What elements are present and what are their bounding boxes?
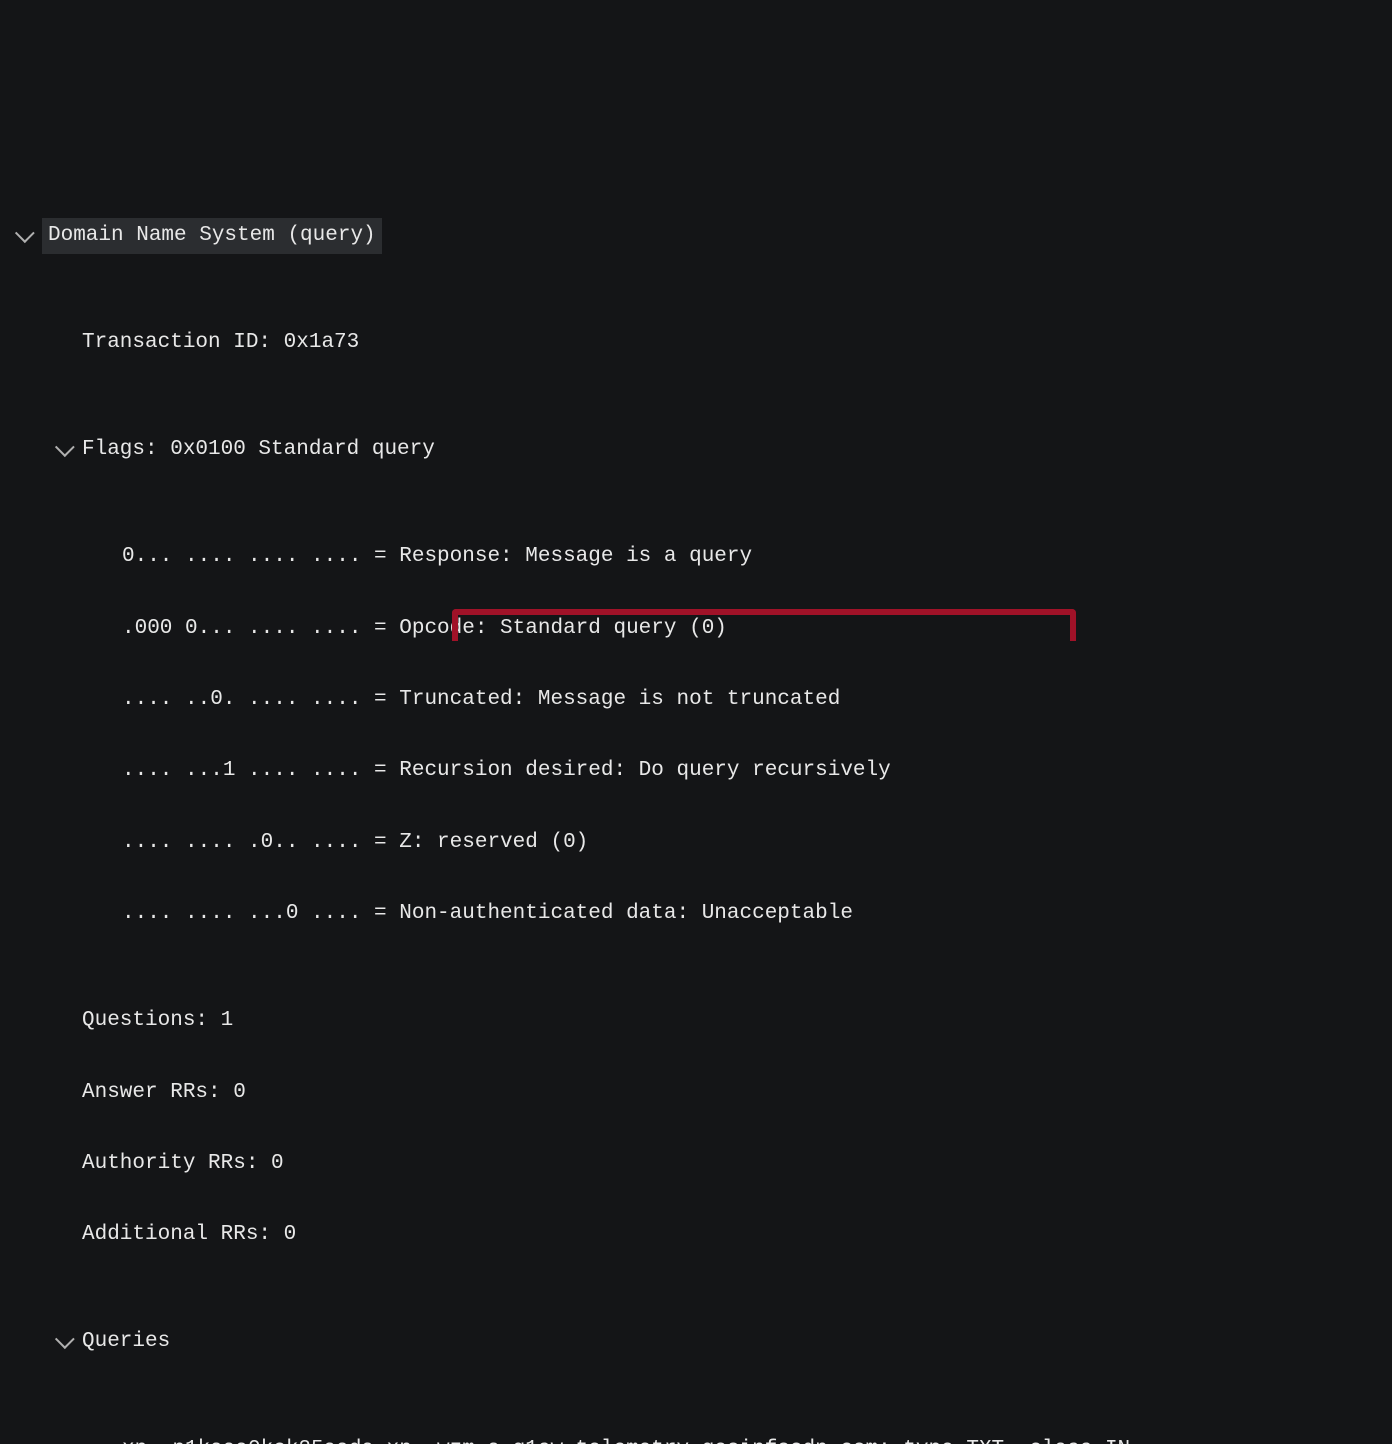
questions-row[interactable]: Questions: 1 [0, 1003, 1392, 1039]
query-entry-row[interactable]: xn--p1kaaa0kck25aada.xn--wzm.a.g1sw.tele… [0, 1432, 1392, 1444]
flag-bit-row[interactable]: 0... .... .... .... = Response: Message … [0, 539, 1392, 575]
transaction-id: Transaction ID: 0x1a73 [82, 325, 359, 361]
answer-rrs-row[interactable]: Answer RRs: 0 [0, 1075, 1392, 1111]
flag-truncated: .... ..0. .... .... = Truncated: Message… [122, 682, 840, 718]
chevron-down-icon[interactable] [48, 1335, 76, 1349]
protocol-header-row[interactable]: Domain Name System (query) [0, 218, 1392, 254]
chevron-down-icon[interactable] [8, 229, 36, 243]
flag-nonauth: .... .... ...0 .... = Non-authenticated … [122, 896, 853, 932]
answer-rrs: Answer RRs: 0 [82, 1075, 246, 1111]
chevron-down-icon[interactable] [48, 443, 76, 457]
queries-row[interactable]: Queries [0, 1324, 1392, 1360]
flag-opcode: .000 0... .... .... = Opcode: Standard q… [122, 611, 727, 647]
flag-bit-row[interactable]: .000 0... .... .... = Opcode: Standard q… [0, 611, 1392, 647]
chevron-down-icon[interactable] [88, 1442, 116, 1444]
authority-rrs-row[interactable]: Authority RRs: 0 [0, 1146, 1392, 1182]
authority-rrs: Authority RRs: 0 [82, 1146, 284, 1182]
questions-count: Questions: 1 [82, 1003, 233, 1039]
flag-bit-row[interactable]: .... .... .0.. .... = Z: reserved (0) [0, 825, 1392, 861]
query-summary: xn--p1kaaa0kck25aada.xn--wzm.a.g1sw.tele… [122, 1432, 1130, 1444]
flag-bit-row[interactable]: .... ..0. .... .... = Truncated: Message… [0, 682, 1392, 718]
flags-summary: Flags: 0x0100 Standard query [82, 432, 435, 468]
flag-z: .... .... .0.. .... = Z: reserved (0) [122, 825, 588, 861]
protocol-header: Domain Name System (query) [42, 218, 382, 254]
additional-rrs-row[interactable]: Additional RRs: 0 [0, 1217, 1392, 1253]
additional-rrs: Additional RRs: 0 [82, 1217, 296, 1253]
transaction-id-row[interactable]: Transaction ID: 0x1a73 [0, 325, 1392, 361]
flag-recursion: .... ...1 .... .... = Recursion desired:… [122, 753, 891, 789]
flags-row[interactable]: Flags: 0x0100 Standard query [0, 432, 1392, 468]
flag-response: 0... .... .... .... = Response: Message … [122, 539, 752, 575]
flag-bit-row[interactable]: .... ...1 .... .... = Recursion desired:… [0, 753, 1392, 789]
flag-bit-row[interactable]: .... .... ...0 .... = Non-authenticated … [0, 896, 1392, 932]
queries-label: Queries [82, 1324, 170, 1360]
